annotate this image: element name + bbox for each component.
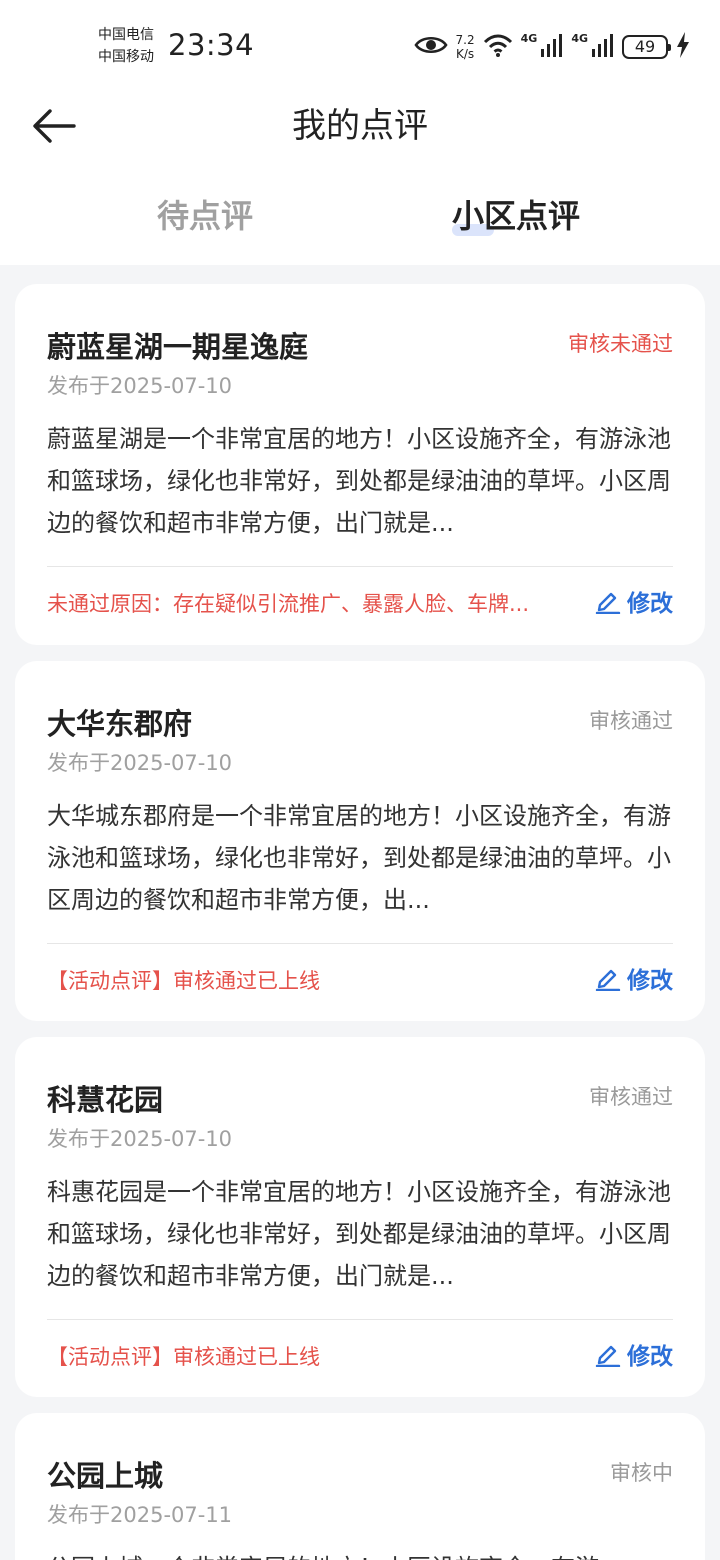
status-badge: 审核通过 — [589, 1085, 673, 1109]
signal-icon — [541, 33, 563, 61]
pencil-icon — [595, 1345, 621, 1367]
wifi-icon — [483, 33, 513, 61]
community-name: 蔚蓝星湖一期星逸庭 — [47, 330, 309, 364]
review-card[interactable]: 科慧花园 审核通过 发布于2025-07-10 科惠花园是一个非常宜居的地方！小… — [15, 1037, 705, 1397]
carrier-info: 中国电信 中国移动 — [98, 24, 154, 68]
review-card[interactable]: 大华东郡府 审核通过 发布于2025-07-10 大华城东郡府是一个非常宜居的地… — [15, 661, 705, 1021]
tab-community-label: 小区点评 — [452, 197, 581, 235]
status-badge: 审核中 — [610, 1461, 673, 1485]
carrier-2: 中国移动 — [98, 49, 154, 65]
edit-button[interactable]: 修改 — [595, 961, 673, 995]
divider — [47, 1319, 673, 1320]
review-card[interactable]: 公园上城 审核中 发布于2025-07-11 公园上城一个非常宜居的地方！小区设… — [15, 1413, 705, 1560]
community-name: 科慧花园 — [47, 1083, 164, 1117]
network-speed: 7.2 K/s — [455, 33, 475, 61]
divider — [47, 566, 673, 567]
edit-label: 修改 — [627, 1344, 673, 1370]
status-badge: 审核未通过 — [568, 332, 673, 356]
activity-note: 【活动点评】审核通过已上线 — [47, 969, 320, 993]
activity-note: 【活动点评】审核通过已上线 — [47, 1345, 320, 1369]
tab-community-review[interactable]: 小区点评 — [452, 192, 580, 240]
edit-label: 修改 — [627, 968, 673, 994]
signal-icon — [592, 33, 614, 61]
community-name: 公园上城 — [47, 1459, 164, 1493]
publish-date: 发布于2025-07-10 — [47, 1127, 233, 1151]
eye-icon — [413, 34, 448, 60]
header-area: 中国电信 中国移动 23:34 7.2 K/s 4G 4G 49 我的点评 待点… — [0, 0, 720, 265]
network-type-1: 4G — [520, 32, 538, 45]
tab-pending-review[interactable]: 待点评 — [157, 192, 253, 240]
review-content: 公园上城一个非常宜居的地方！小区设施齐全，有游 — [47, 1547, 671, 1560]
pencil-icon — [595, 592, 621, 614]
edit-button[interactable]: 修改 — [595, 1337, 673, 1371]
pencil-icon — [595, 969, 621, 991]
page-title: 我的点评 — [292, 106, 428, 146]
review-content: 科惠花园是一个非常宜居的地方！小区设施齐全，有游泳池和篮球场，绿化也非常好，到处… — [47, 1178, 671, 1290]
edit-button[interactable]: 修改 — [595, 584, 673, 618]
community-name: 大华东郡府 — [47, 707, 193, 741]
review-card[interactable]: 蔚蓝星湖一期星逸庭 审核未通过 发布于2025-07-10 蔚蓝星湖是一个非常宜… — [15, 284, 705, 645]
review-content: 大华城东郡府是一个非常宜居的地方！小区设施齐全，有游泳池和篮球场，绿化也非常好，… — [47, 802, 671, 914]
publish-date: 发布于2025-07-10 — [47, 751, 233, 775]
status-icons: 7.2 K/s 4G 4G 49 — [413, 30, 690, 64]
review-content: 蔚蓝星湖是一个非常宜居的地方！小区设施齐全，有游泳池和篮球场，绿化也非常好，到处… — [47, 425, 671, 537]
edit-label: 修改 — [627, 591, 673, 617]
publish-date: 发布于2025-07-11 — [47, 1503, 233, 1527]
status-bar: 中国电信 中国移动 23:34 7.2 K/s 4G 4G 49 — [0, 0, 720, 90]
rejection-reason: 未通过原因：存在疑似引流推广、暴露人脸、车牌... — [47, 592, 530, 616]
carrier-1: 中国电信 — [98, 27, 154, 43]
clock: 23:34 — [168, 28, 255, 62]
publish-date: 发布于2025-07-10 — [47, 374, 233, 398]
divider — [47, 943, 673, 944]
network-type-2: 4G — [571, 32, 588, 45]
battery-indicator: 49 — [622, 35, 671, 59]
lightning-icon — [676, 32, 690, 62]
status-badge: 审核通过 — [589, 709, 673, 733]
